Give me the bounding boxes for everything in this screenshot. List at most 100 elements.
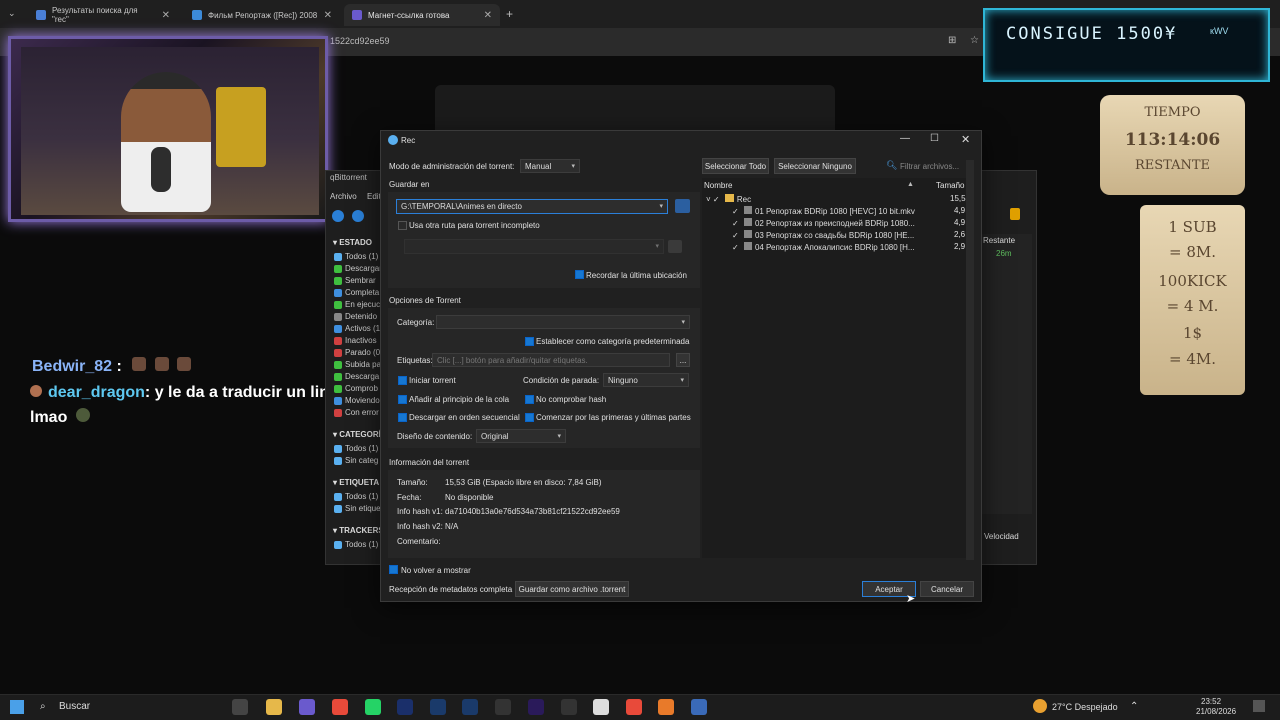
diseno-select[interactable]: Original ▾: [476, 429, 566, 443]
minimize-icon[interactable]: —: [900, 133, 910, 144]
speed-tab[interactable]: Velocidad: [984, 532, 1019, 541]
filter-item[interactable]: Moviendo: [334, 396, 380, 405]
iniciar-checkbox[interactable]: [398, 376, 407, 385]
chrome-icon-2[interactable]: [626, 699, 642, 715]
clock-date[interactable]: 21/08/2026: [1196, 707, 1236, 716]
filter-item[interactable]: Parado (0: [334, 348, 380, 357]
close-icon[interactable]: ✕: [961, 133, 970, 146]
capcut-icon[interactable]: [495, 699, 511, 715]
scrollbar[interactable]: [966, 160, 974, 560]
lightroom-icon[interactable]: [462, 699, 478, 715]
tree-row-file[interactable]: ✓ 04 Репортаж Апокалипсис BDRip 1080 [H.…: [732, 242, 915, 252]
windows-start-icon[interactable]: [10, 700, 24, 714]
lock-icon[interactable]: [1010, 208, 1020, 220]
tree-row-file[interactable]: ✓ 01 Репортаж BDRip 1080 [HEVC] 10 bit.m…: [732, 206, 915, 216]
filter-item[interactable]: Activos (1: [334, 324, 380, 333]
add-torrent-icon[interactable]: [332, 210, 344, 222]
column-restante[interactable]: Restante: [983, 236, 1015, 245]
cancelar-button[interactable]: Cancelar: [920, 581, 974, 597]
menu-edit[interactable]: Edit: [367, 192, 381, 201]
filter-item[interactable]: Sin etique: [334, 504, 381, 513]
filter-item[interactable]: Sin categ: [334, 456, 378, 465]
no-volver-checkbox[interactable]: [389, 565, 398, 574]
filter-input[interactable]: Filtrar archivos...: [900, 162, 959, 171]
tab-list-chevron-icon[interactable]: ⌄: [8, 8, 16, 19]
add-link-icon[interactable]: [352, 210, 364, 222]
chat-text: lmao: [30, 409, 68, 426]
condicion-select[interactable]: Ninguno ▾: [603, 373, 689, 387]
chevron-down-icon[interactable]: ˅: [706, 195, 711, 204]
filter-item[interactable]: Todos (1): [334, 540, 378, 549]
audition-icon[interactable]: [397, 699, 413, 715]
establecer-checkbox[interactable]: [525, 337, 534, 346]
premiere-icon[interactable]: [528, 699, 544, 715]
etiquetas-button[interactable]: ...: [676, 353, 690, 367]
filter-item[interactable]: Sembrar: [334, 276, 376, 285]
tray-chevron-icon[interactable]: ⌃: [1130, 701, 1138, 712]
tree-row-file[interactable]: ✓ 02 Репортаж из преисподней BDRip 1080.…: [732, 218, 915, 228]
incomplete-path-input[interactable]: ▾: [404, 239, 664, 254]
recordar-checkbox[interactable]: [575, 270, 584, 279]
menu-archivo[interactable]: Archivo: [330, 192, 357, 201]
obs-icon[interactable]: [561, 699, 577, 715]
close-icon[interactable]: ✕: [324, 10, 332, 21]
filter-item[interactable]: Todos (1): [334, 444, 378, 453]
photoshop-icon[interactable]: [430, 699, 446, 715]
save-path-input[interactable]: G:\TEMPORAL\Animes en directo ▾: [396, 199, 668, 214]
filter-item[interactable]: Todos (1): [334, 252, 378, 261]
translate-icon[interactable]: ⊞: [948, 35, 956, 46]
app-icon[interactable]: [593, 699, 609, 715]
browse-incomplete-icon[interactable]: [668, 240, 682, 253]
new-tab-icon[interactable]: +: [506, 7, 513, 21]
browser-tab-2[interactable]: Фильм Репортаж ([Rec]) 2008 ✕: [184, 4, 340, 26]
etiquetas-input[interactable]: Clic [...] botón para añadir/quitar etiq…: [432, 353, 670, 367]
categoria-select[interactable]: ▾: [436, 315, 690, 329]
filter-item[interactable]: Con error: [334, 408, 379, 417]
filter-item[interactable]: Descargar: [334, 264, 382, 273]
search-icon[interactable]: ⌕: [40, 701, 46, 712]
filter-item[interactable]: Todos (1): [334, 492, 378, 501]
filter-item[interactable]: En ejecuc: [334, 300, 380, 309]
tab-favicon-icon: [352, 10, 362, 20]
close-icon[interactable]: ✕: [162, 10, 170, 21]
tree-row-root[interactable]: ˅ ✓ Rec: [706, 194, 751, 204]
filter-item[interactable]: Comprob: [334, 384, 378, 393]
modo-select[interactable]: Manual ▾: [520, 159, 580, 173]
notifications-icon[interactable]: [1253, 700, 1265, 712]
column-tamano[interactable]: Tamaño: [936, 181, 964, 190]
close-icon[interactable]: ✕: [484, 10, 492, 21]
filter-item[interactable]: Subida pa: [334, 360, 381, 369]
browse-folder-icon[interactable]: [675, 199, 690, 213]
goal-tag: кWV: [1210, 26, 1229, 36]
tree-row-file[interactable]: ✓ 03 Репортаж со свадьбы BDRip 1080 [HE.…: [732, 230, 914, 240]
primeras-checkbox[interactable]: [525, 413, 534, 422]
browser-tab-3[interactable]: Магнет-ссылка готова ✕: [344, 4, 500, 26]
no-comprobar-checkbox[interactable]: [525, 395, 534, 404]
select-all-button[interactable]: Seleccionar Todo: [702, 158, 769, 174]
otra-ruta-checkbox[interactable]: [398, 221, 407, 230]
star-icon[interactable]: ☆: [970, 35, 979, 46]
filter-item[interactable]: Detenido: [334, 312, 377, 321]
discord-icon[interactable]: [299, 699, 315, 715]
filter-item[interactable]: Inactivos: [334, 336, 377, 345]
secuencial-checkbox[interactable]: [398, 413, 407, 422]
anadir-cola-checkbox[interactable]: [398, 395, 407, 404]
weather-text[interactable]: 27°C Despejado: [1052, 702, 1118, 712]
url-field[interactable]: 1522cd92ee59: [330, 36, 390, 46]
firefox-icon[interactable]: [658, 699, 674, 715]
taskbar-search[interactable]: Buscar: [59, 701, 90, 712]
task-view-icon[interactable]: [232, 699, 248, 715]
checkmark-icon[interactable]: ✓: [713, 195, 720, 204]
guardar-torrent-button[interactable]: Guardar como archivo .torrent: [515, 581, 629, 597]
filter-item[interactable]: Descarga: [334, 372, 379, 381]
maximize-icon[interactable]: ☐: [930, 133, 939, 144]
whatsapp-icon[interactable]: [365, 699, 381, 715]
select-none-button[interactable]: Seleccionar Ninguno: [774, 158, 856, 174]
clock-time[interactable]: 23:52: [1201, 697, 1221, 706]
chrome-icon[interactable]: [332, 699, 348, 715]
file-explorer-icon[interactable]: [266, 699, 282, 715]
filter-item[interactable]: Completa: [334, 288, 379, 297]
browser-tab-1[interactable]: Результаты поиска для "rec" ✕: [28, 4, 178, 26]
qbittorrent-taskbar-icon[interactable]: [691, 699, 707, 715]
column-nombre[interactable]: Nombre: [704, 181, 732, 190]
